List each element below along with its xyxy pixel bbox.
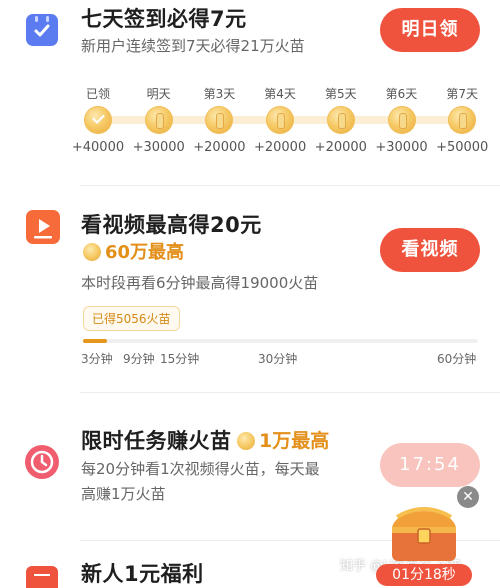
signin-day-label: 第4天 bbox=[264, 87, 296, 101]
coin-icon bbox=[237, 432, 255, 450]
coin-icon bbox=[144, 106, 173, 134]
signin-day-reward: +20000 bbox=[193, 140, 246, 155]
divider bbox=[80, 185, 500, 186]
progress-mark-60: 60分钟 bbox=[437, 352, 477, 366]
signin-day-reward: +20000 bbox=[314, 140, 367, 155]
chest-timer: 01分18秒 bbox=[376, 564, 472, 586]
progress-mark-9: 9分钟 bbox=[123, 352, 155, 366]
video-subtitle: 本时段再看6分钟最高得19000火苗 bbox=[81, 274, 319, 292]
gift-icon bbox=[26, 566, 58, 588]
watch-video-button[interactable]: 看视频 bbox=[380, 228, 480, 272]
video-title: 看视频最高得20元 bbox=[81, 213, 262, 237]
signin-day-label: 已领 bbox=[85, 87, 110, 101]
limited-desc-line1: 每20分钟看1次视频得火苗，每天最 bbox=[81, 460, 320, 478]
limited-timer-button[interactable]: 17:54 bbox=[380, 443, 480, 487]
signin-day-reward: +30000 bbox=[375, 140, 428, 155]
video-play-icon bbox=[26, 210, 60, 244]
signin-day-label: 明天 bbox=[146, 87, 171, 101]
coin-icon bbox=[266, 106, 295, 134]
progress-mark-15: 15分钟 bbox=[160, 352, 200, 366]
newbie-title: 新人1元福利 bbox=[81, 562, 204, 586]
coin-icon bbox=[387, 106, 416, 134]
signin-day-reward: +40000 bbox=[71, 140, 125, 155]
coin-claimed-icon bbox=[84, 106, 112, 134]
progress-mark-3: 3分钟 bbox=[81, 352, 113, 366]
clock-icon bbox=[25, 445, 59, 479]
coin-icon bbox=[83, 243, 101, 261]
limited-highlight: 1万最高 bbox=[237, 426, 329, 453]
divider bbox=[80, 392, 500, 393]
signin-title: 七天签到必得7元 bbox=[81, 7, 247, 31]
limited-desc-line2: 高赚1万火苗 bbox=[81, 485, 166, 503]
video-progress-fill bbox=[83, 339, 107, 343]
tomorrow-claim-button[interactable]: 明日领 bbox=[380, 8, 480, 52]
signin-day-label: 第6天 bbox=[385, 87, 418, 101]
earned-tooltip: 已得5056火苗 bbox=[83, 306, 180, 331]
signin-day-label: 第3天 bbox=[203, 87, 236, 101]
video-progress-track bbox=[83, 339, 478, 343]
video-highlight: 60万最高 bbox=[83, 238, 184, 264]
limited-title: 限时任务赚火苗 bbox=[81, 429, 232, 453]
signin-day-reward: +50000 bbox=[436, 140, 489, 155]
treasure-chest-icon[interactable] bbox=[385, 505, 463, 567]
signin-day-reward: +30000 bbox=[132, 140, 185, 155]
signin-day-label: 第5天 bbox=[324, 87, 357, 101]
signin-subtitle: 新用户连续签到7天必得21万火苗 bbox=[81, 37, 305, 55]
coin-icon bbox=[448, 106, 477, 134]
progress-mark-30: 30分钟 bbox=[258, 352, 298, 366]
calendar-icon bbox=[26, 14, 58, 46]
signin-day-reward: +20000 bbox=[253, 140, 307, 155]
coin-icon bbox=[326, 106, 355, 134]
signin-day-label: 第7天 bbox=[446, 87, 478, 101]
coin-icon bbox=[205, 106, 234, 134]
